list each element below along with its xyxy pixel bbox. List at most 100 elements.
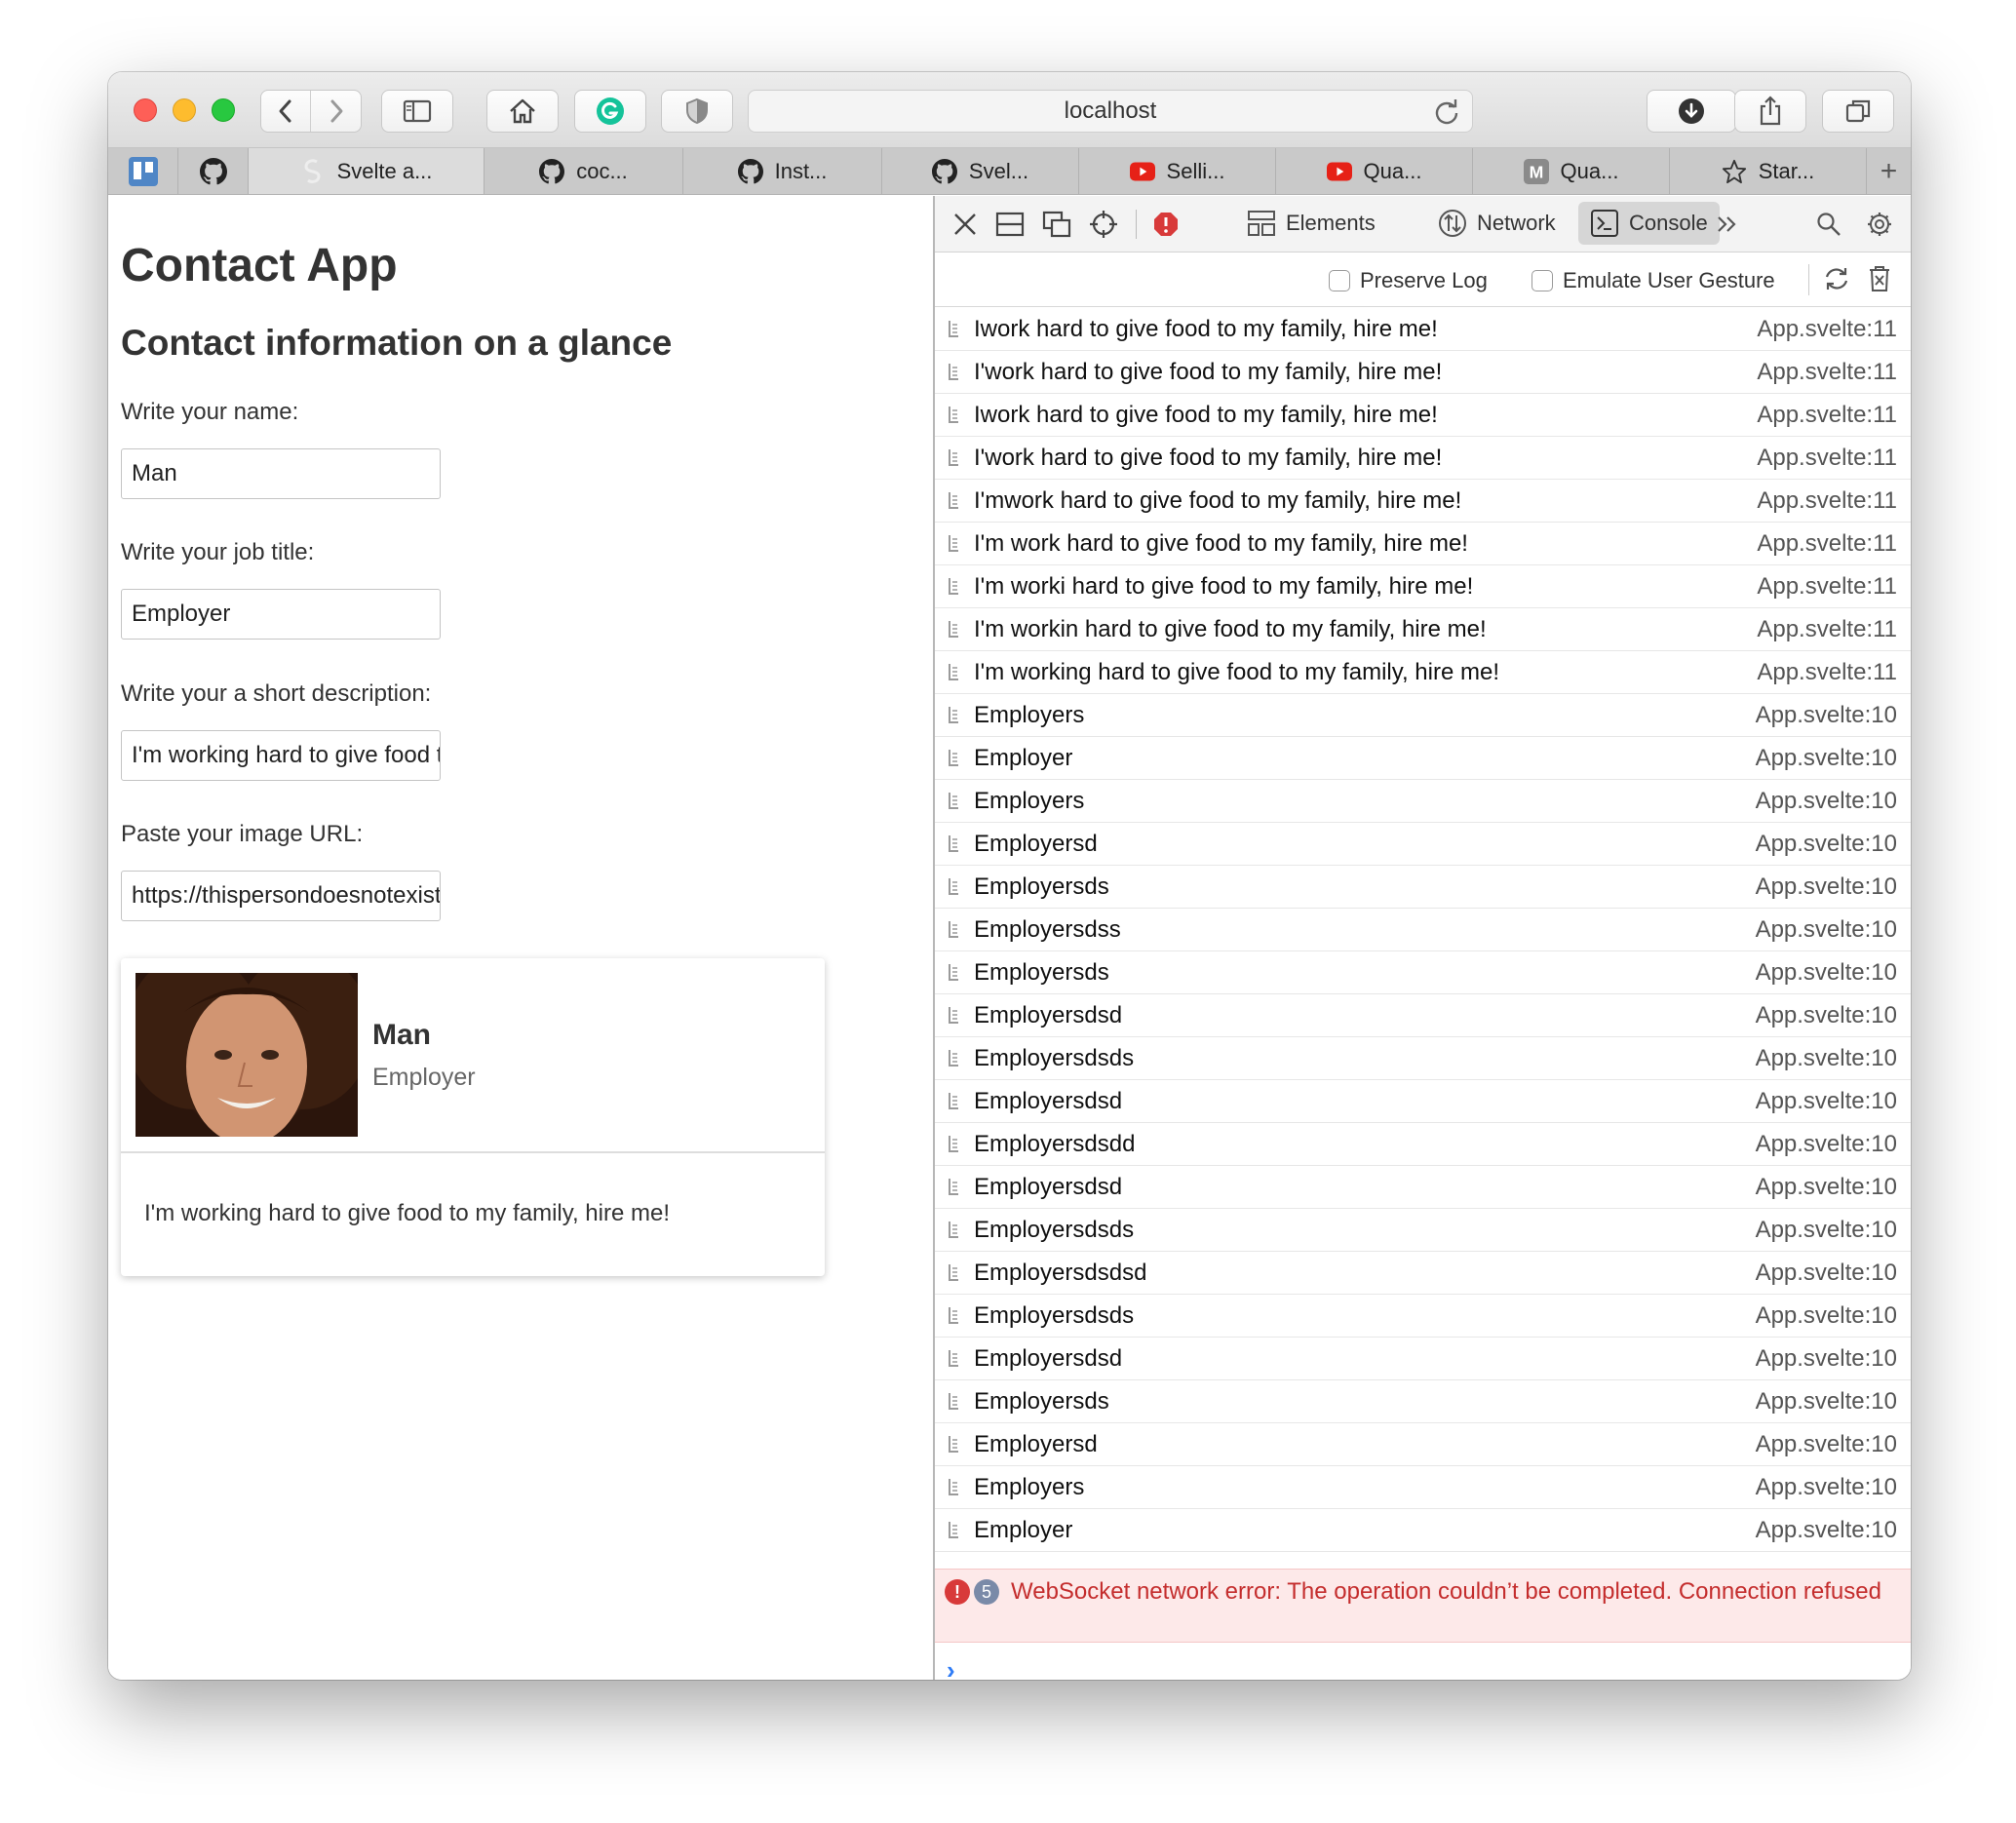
address-bar[interactable]: localhost (748, 90, 1473, 133)
console-log-row[interactable]: Employersdss App.svelte:10 (935, 909, 1911, 951)
tab-elements[interactable]: Elements (1235, 202, 1387, 245)
pinned-tab-github[interactable] (178, 148, 249, 194)
log-source-link[interactable]: App.svelte:11 (1757, 530, 1897, 558)
console-log-row[interactable]: I'work hard to give food to my family, h… (935, 351, 1911, 394)
log-source-link[interactable]: App.svelte:11 (1757, 487, 1897, 515)
name-input[interactable]: Man (121, 448, 441, 499)
console-log-row[interactable]: Employersdsds App.svelte:10 (935, 1209, 1911, 1252)
log-source-link[interactable]: App.svelte:10 (1756, 1174, 1897, 1201)
log-source-link[interactable]: App.svelte:10 (1756, 1002, 1897, 1029)
log-source-link[interactable]: App.svelte:10 (1756, 1345, 1897, 1373)
log-source-link[interactable]: App.svelte:10 (1756, 959, 1897, 987)
console-log-row[interactable]: Employersds App.svelte:10 (935, 866, 1911, 909)
close-window-button[interactable] (134, 98, 157, 122)
log-source-link[interactable]: App.svelte:11 (1757, 616, 1897, 643)
console-log-row[interactable]: Iwork hard to give food to my family, hi… (935, 394, 1911, 437)
downloads-button[interactable] (1647, 90, 1736, 133)
search-icon[interactable] (1814, 210, 1843, 239)
pinned-tab-trello[interactable] (108, 148, 178, 194)
console-log-row[interactable]: I'm work hard to give food to my family,… (935, 523, 1911, 565)
console-log-row[interactable]: Employer App.svelte:10 (935, 1509, 1911, 1552)
zoom-window-button[interactable] (212, 98, 235, 122)
console-log-row[interactable]: I'mwork hard to give food to my family, … (935, 480, 1911, 523)
tab-github-svel[interactable]: Svel... (882, 148, 1079, 194)
emulate-gesture-checkbox[interactable]: Emulate User Gesture (1531, 268, 1775, 293)
console-log-row[interactable]: Employersdsds App.svelte:10 (935, 1037, 1911, 1080)
element-picker-icon[interactable] (1089, 210, 1118, 239)
log-source-link[interactable]: App.svelte:10 (1756, 873, 1897, 901)
tab-m-qua[interactable]: M Qua... (1473, 148, 1670, 194)
log-source-link[interactable]: App.svelte:10 (1756, 1302, 1897, 1330)
console-log-row[interactable]: Employers App.svelte:10 (935, 1466, 1911, 1509)
console-log-row[interactable]: I'm workin hard to give food to my famil… (935, 608, 1911, 651)
checkbox-box[interactable] (1329, 270, 1350, 291)
reload-console-icon[interactable] (1822, 264, 1851, 293)
log-source-link[interactable]: App.svelte:10 (1756, 1431, 1897, 1458)
log-source-link[interactable]: App.svelte:10 (1756, 1131, 1897, 1158)
grammarly-button[interactable] (574, 90, 646, 133)
close-inspector-icon[interactable] (950, 210, 980, 239)
more-tabs-icon[interactable] (1713, 210, 1742, 239)
log-source-link[interactable]: App.svelte:11 (1757, 359, 1897, 386)
console-log-row[interactable]: Employersdsd App.svelte:10 (935, 1080, 1911, 1123)
log-source-link[interactable]: App.svelte:11 (1757, 445, 1897, 472)
home-button[interactable] (486, 90, 559, 133)
shield-extension-button[interactable] (661, 90, 733, 133)
tab-star[interactable]: Star... (1670, 148, 1867, 194)
tab-github-inst[interactable]: Inst... (683, 148, 882, 194)
log-source-link[interactable]: App.svelte:10 (1756, 1045, 1897, 1072)
log-source-link[interactable]: App.svelte:10 (1756, 1388, 1897, 1416)
log-source-link[interactable]: App.svelte:10 (1756, 745, 1897, 772)
console-log-row[interactable]: Employers App.svelte:10 (935, 694, 1911, 737)
checkbox-box[interactable] (1531, 270, 1553, 291)
console-log-row[interactable]: Employersdsdsd App.svelte:10 (935, 1252, 1911, 1295)
console-log-row[interactable]: I'm worki hard to give food to my family… (935, 565, 1911, 608)
console-log-row[interactable]: Employersdsd App.svelte:10 (935, 994, 1911, 1037)
tab-github-coc[interactable]: coc... (485, 148, 683, 194)
log-source-link[interactable]: App.svelte:10 (1756, 788, 1897, 815)
console-log-row[interactable]: Iwork hard to give food to my family, hi… (935, 308, 1911, 351)
preserve-log-checkbox[interactable]: Preserve Log (1329, 268, 1488, 293)
job-input[interactable]: Employer (121, 589, 441, 640)
tab-youtube-qua[interactable]: Qua... (1276, 148, 1473, 194)
tab-network[interactable]: Network (1426, 202, 1568, 245)
share-button[interactable] (1734, 90, 1806, 133)
console-log-row[interactable]: Employersdsds App.svelte:10 (935, 1295, 1911, 1338)
image-url-input[interactable]: https://thispersondoesnotexist.com/image (121, 871, 441, 921)
log-source-link[interactable]: App.svelte:10 (1756, 1217, 1897, 1244)
log-source-link[interactable]: App.svelte:10 (1756, 831, 1897, 858)
log-source-link[interactable]: App.svelte:11 (1757, 316, 1897, 343)
clear-console-icon[interactable] (1865, 264, 1894, 293)
console-log-row[interactable]: Employersd App.svelte:10 (935, 823, 1911, 866)
tab-console[interactable]: Console (1578, 202, 1720, 245)
dock-bottom-icon[interactable] (995, 210, 1025, 239)
tab-overview-button[interactable] (1822, 90, 1894, 133)
console-log-row[interactable]: Employersdsd App.svelte:10 (935, 1166, 1911, 1209)
back-button[interactable] (261, 91, 311, 132)
console-log-row[interactable]: Employersdsdd App.svelte:10 (935, 1123, 1911, 1166)
console-log-row[interactable]: Employersds App.svelte:10 (935, 1380, 1911, 1423)
log-source-link[interactable]: App.svelte:10 (1756, 916, 1897, 944)
tab-youtube-selli[interactable]: Selli... (1079, 148, 1276, 194)
reload-icon[interactable] (1433, 98, 1460, 133)
log-source-link[interactable]: App.svelte:10 (1756, 1088, 1897, 1115)
log-source-link[interactable]: App.svelte:10 (1756, 702, 1897, 729)
log-source-link[interactable]: App.svelte:11 (1757, 402, 1897, 429)
tab-svelte[interactable]: Svelte a... (249, 148, 485, 194)
description-input[interactable]: I'm working hard to give food to my fami… (121, 730, 441, 781)
settings-gear-icon[interactable] (1865, 210, 1894, 239)
console-log-row[interactable]: Employersdsd App.svelte:10 (935, 1338, 1911, 1380)
console-log-row[interactable]: Employersd App.svelte:10 (935, 1423, 1911, 1466)
detach-window-icon[interactable] (1042, 210, 1071, 239)
console-log-row[interactable]: I'work hard to give food to my family, h… (935, 437, 1911, 480)
forward-button[interactable] (311, 91, 361, 132)
log-source-link[interactable]: App.svelte:10 (1756, 1260, 1897, 1287)
console-prompt[interactable]: › (947, 1655, 955, 1680)
new-tab-button[interactable]: + (1867, 148, 1911, 194)
log-source-link[interactable]: App.svelte:10 (1756, 1474, 1897, 1501)
console-log-row[interactable]: Employers App.svelte:10 (935, 780, 1911, 823)
log-source-link[interactable]: App.svelte:11 (1757, 659, 1897, 686)
log-source-link[interactable]: App.svelte:11 (1757, 573, 1897, 601)
error-indicator-icon[interactable] (1151, 210, 1181, 239)
console-log-row[interactable]: Employer App.svelte:10 (935, 737, 1911, 780)
